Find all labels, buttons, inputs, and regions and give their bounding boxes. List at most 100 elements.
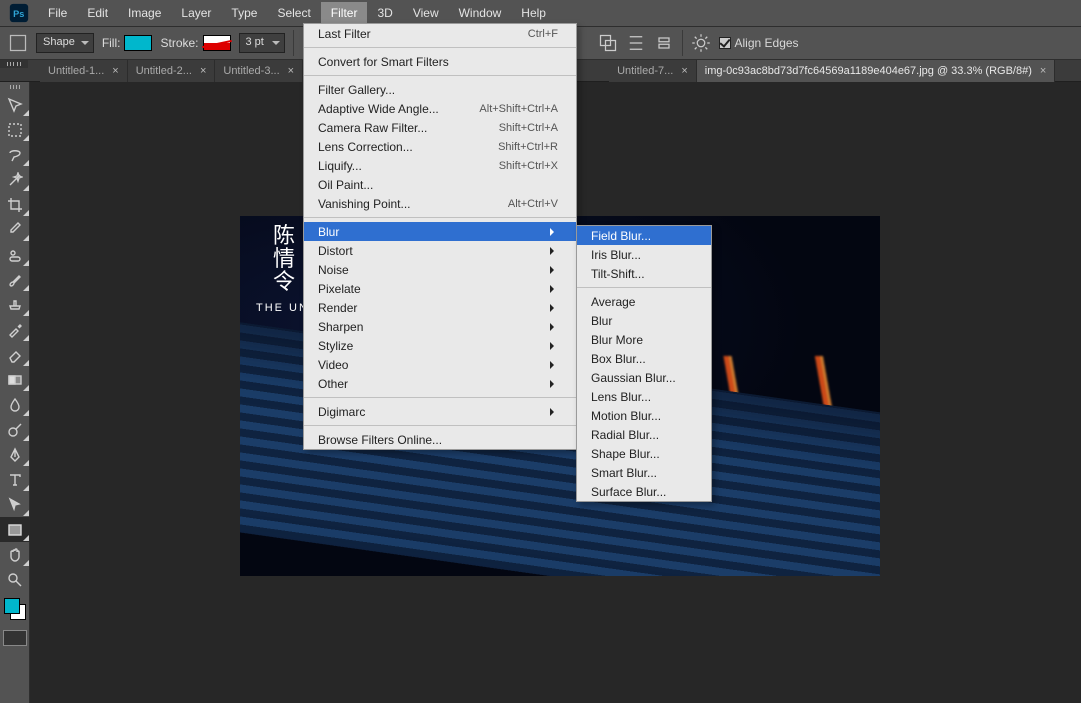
close-icon[interactable]: × bbox=[1040, 65, 1046, 77]
menu-file[interactable]: File bbox=[38, 2, 77, 24]
svg-text:Ps: Ps bbox=[13, 9, 24, 19]
menu-item-shape-blur[interactable]: Shape Blur... bbox=[577, 444, 711, 463]
shape-mode-dropdown[interactable]: Shape bbox=[36, 33, 94, 53]
menu-item-label: Convert for Smart Filters bbox=[318, 55, 449, 69]
marquee-tool-icon[interactable] bbox=[0, 117, 30, 142]
menu-item-last-filter[interactable]: Last FilterCtrl+F bbox=[304, 24, 576, 43]
menu-item-video[interactable]: Video bbox=[304, 355, 576, 374]
submenu-arrow-icon bbox=[550, 285, 558, 293]
menu-filter[interactable]: Filter bbox=[321, 2, 368, 24]
healing-brush-tool-icon[interactable] bbox=[0, 242, 30, 267]
menu-item-average[interactable]: Average bbox=[577, 292, 711, 311]
menu-item-convert-for-smart-filters[interactable]: Convert for Smart Filters bbox=[304, 52, 576, 71]
menu-item-label: Filter Gallery... bbox=[318, 83, 395, 97]
hand-tool-icon[interactable] bbox=[0, 542, 30, 567]
close-icon[interactable]: × bbox=[112, 65, 118, 77]
menu-item-distort[interactable]: Distort bbox=[304, 241, 576, 260]
menu-item-vanishing-point[interactable]: Vanishing Point...Alt+Ctrl+V bbox=[304, 194, 576, 213]
menu-image[interactable]: Image bbox=[118, 2, 171, 24]
menu-item-iris-blur[interactable]: Iris Blur... bbox=[577, 245, 711, 264]
path-operations-icon[interactable] bbox=[598, 33, 618, 53]
menu-3d[interactable]: 3D bbox=[367, 2, 402, 24]
menu-item-browse-filters-online[interactable]: Browse Filters Online... bbox=[304, 430, 576, 449]
brush-tool-icon[interactable] bbox=[0, 267, 30, 292]
close-icon[interactable]: × bbox=[288, 65, 294, 77]
close-icon[interactable]: × bbox=[200, 65, 206, 77]
align-edges-checkbox[interactable]: Align Edges bbox=[719, 36, 799, 50]
gradient-tool-icon[interactable] bbox=[0, 367, 30, 392]
zoom-tool-icon[interactable] bbox=[0, 567, 30, 592]
history-brush-tool-icon[interactable] bbox=[0, 317, 30, 342]
menu-item-filter-gallery[interactable]: Filter Gallery... bbox=[304, 80, 576, 99]
menu-item-surface-blur[interactable]: Surface Blur... bbox=[577, 482, 711, 501]
document-tab[interactable]: img-0c93ac8bd73d7fc64569a1189e404e67.jpg… bbox=[697, 60, 1056, 82]
menu-item-box-blur[interactable]: Box Blur... bbox=[577, 349, 711, 368]
menu-window[interactable]: Window bbox=[449, 2, 512, 24]
path-alignment-icon[interactable] bbox=[626, 33, 646, 53]
document-tab[interactable]: Untitled-7...× bbox=[609, 60, 697, 82]
menu-item-gaussian-blur[interactable]: Gaussian Blur... bbox=[577, 368, 711, 387]
menu-layer[interactable]: Layer bbox=[171, 2, 221, 24]
gear-icon[interactable] bbox=[691, 33, 711, 53]
document-tab[interactable]: Untitled-3...× bbox=[215, 60, 303, 82]
menu-item-smart-blur[interactable]: Smart Blur... bbox=[577, 463, 711, 482]
menu-item-sharpen[interactable]: Sharpen bbox=[304, 317, 576, 336]
color-swatches[interactable] bbox=[0, 596, 30, 624]
menu-item-adaptive-wide-angle[interactable]: Adaptive Wide Angle...Alt+Shift+Ctrl+A bbox=[304, 99, 576, 118]
menu-item-tilt-shift[interactable]: Tilt-Shift... bbox=[577, 264, 711, 283]
align-edges-label: Align Edges bbox=[735, 36, 799, 50]
menu-item-lens-correction[interactable]: Lens Correction...Shift+Ctrl+R bbox=[304, 137, 576, 156]
quick-mask-toggle[interactable] bbox=[3, 630, 27, 646]
menu-item-label: Digimarc bbox=[318, 405, 365, 419]
menu-item-blur[interactable]: Blur bbox=[304, 222, 576, 241]
tab-label: img-0c93ac8bd73d7fc64569a1189e404e67.jpg… bbox=[705, 65, 1032, 77]
stroke-swatch[interactable] bbox=[203, 35, 231, 51]
fill-label: Fill: bbox=[102, 36, 121, 50]
menu-help[interactable]: Help bbox=[511, 2, 556, 24]
menu-item-camera-raw-filter[interactable]: Camera Raw Filter...Shift+Ctrl+A bbox=[304, 118, 576, 137]
path-selection-tool-icon[interactable] bbox=[0, 492, 30, 517]
menu-item-pixelate[interactable]: Pixelate bbox=[304, 279, 576, 298]
document-tab[interactable]: Untitled-2...× bbox=[128, 60, 216, 82]
menu-item-label: Smart Blur... bbox=[591, 466, 657, 480]
move-tool-icon[interactable] bbox=[0, 92, 30, 117]
menu-item-liquify[interactable]: Liquify...Shift+Ctrl+X bbox=[304, 156, 576, 175]
submenu-arrow-icon bbox=[550, 228, 558, 236]
menu-select[interactable]: Select bbox=[267, 2, 320, 24]
menu-item-render[interactable]: Render bbox=[304, 298, 576, 317]
menu-item-digimarc[interactable]: Digimarc bbox=[304, 402, 576, 421]
crop-tool-icon[interactable] bbox=[0, 192, 30, 217]
eyedropper-tool-icon[interactable] bbox=[0, 217, 30, 242]
eraser-tool-icon[interactable] bbox=[0, 342, 30, 367]
blur-tool-icon[interactable] bbox=[0, 392, 30, 417]
menu-item-radial-blur[interactable]: Radial Blur... bbox=[577, 425, 711, 444]
stroke-width-field[interactable]: 3 pt bbox=[239, 33, 285, 53]
menu-item-blur-more[interactable]: Blur More bbox=[577, 330, 711, 349]
menu-edit[interactable]: Edit bbox=[77, 2, 118, 24]
toolbox-grip[interactable] bbox=[0, 82, 29, 92]
type-tool-icon[interactable] bbox=[0, 467, 30, 492]
menu-item-blur[interactable]: Blur bbox=[577, 311, 711, 330]
path-arrangement-icon[interactable] bbox=[654, 33, 674, 53]
menu-type[interactable]: Type bbox=[221, 2, 267, 24]
tool-preset-icon[interactable] bbox=[8, 33, 28, 53]
document-tab[interactable]: Untitled-1...× bbox=[40, 60, 128, 82]
menu-item-lens-blur[interactable]: Lens Blur... bbox=[577, 387, 711, 406]
separator bbox=[293, 30, 294, 56]
fill-swatch[interactable] bbox=[124, 35, 152, 51]
clone-stamp-tool-icon[interactable] bbox=[0, 292, 30, 317]
menu-item-oil-paint[interactable]: Oil Paint... bbox=[304, 175, 576, 194]
menu-item-field-blur[interactable]: Field Blur... bbox=[577, 226, 711, 245]
shortcut-label: Alt+Ctrl+V bbox=[508, 198, 558, 210]
menu-item-noise[interactable]: Noise bbox=[304, 260, 576, 279]
menu-item-motion-blur[interactable]: Motion Blur... bbox=[577, 406, 711, 425]
magic-wand-tool-icon[interactable] bbox=[0, 167, 30, 192]
lasso-tool-icon[interactable] bbox=[0, 142, 30, 167]
menu-view[interactable]: View bbox=[403, 2, 449, 24]
rectangle-tool-icon[interactable] bbox=[0, 517, 30, 542]
menu-item-stylize[interactable]: Stylize bbox=[304, 336, 576, 355]
pen-tool-icon[interactable] bbox=[0, 442, 30, 467]
dodge-tool-icon[interactable] bbox=[0, 417, 30, 442]
close-icon[interactable]: × bbox=[681, 65, 687, 77]
menu-item-other[interactable]: Other bbox=[304, 374, 576, 393]
